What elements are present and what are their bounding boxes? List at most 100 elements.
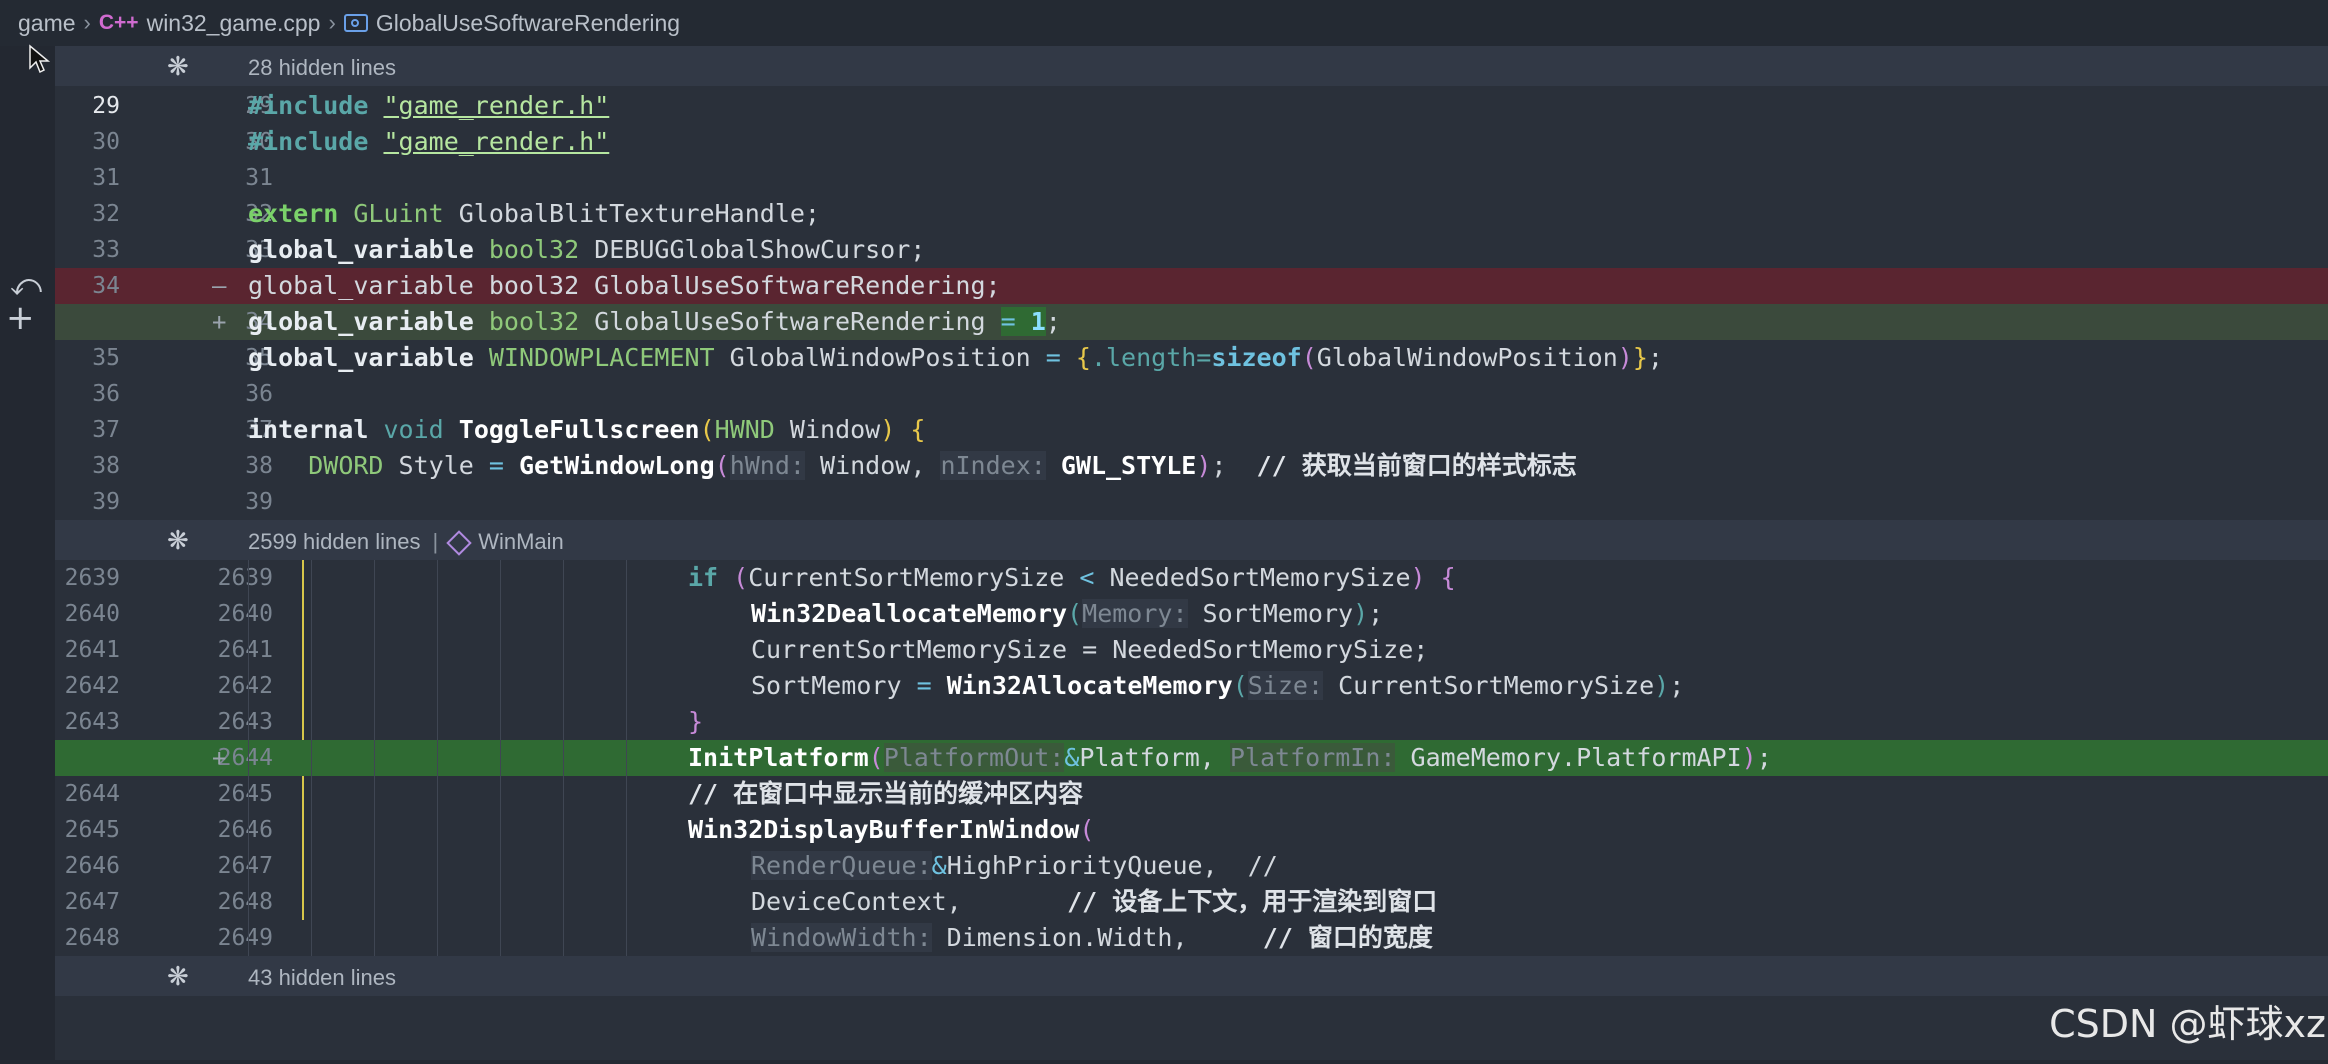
code-line[interactable]: 39 39 bbox=[55, 484, 2328, 520]
deleted-line[interactable]: 34 — global_variable bool32 GlobalUseSof… bbox=[55, 268, 2328, 304]
paren: ( bbox=[699, 415, 715, 444]
new-line-number: 2643 bbox=[217, 709, 273, 735]
code-line[interactable]: 2641 2641 CurrentSortMemorySize = Needed… bbox=[55, 632, 2328, 668]
paren: ) bbox=[1410, 563, 1426, 592]
indent-guide bbox=[311, 848, 312, 884]
indent-guide bbox=[437, 704, 438, 740]
keyword: if bbox=[688, 563, 719, 592]
indent-guide bbox=[563, 560, 564, 596]
indent-guide bbox=[311, 776, 312, 812]
code-line[interactable]: 38 38 DWORD Style = GetWindowLong(hWnd: … bbox=[55, 448, 2328, 484]
chevron-right-icon: › bbox=[83, 10, 91, 35]
brace: } bbox=[1632, 343, 1648, 372]
added-line[interactable]: 2644 + InitPlatform(PlatformOut:&Platfor… bbox=[55, 740, 2328, 776]
new-line-number: 36 bbox=[245, 381, 273, 407]
brace: } bbox=[688, 707, 704, 736]
macro: internal bbox=[248, 415, 369, 444]
indent-guide bbox=[374, 740, 375, 776]
paren: ( bbox=[1079, 815, 1095, 844]
indent-guide bbox=[500, 812, 501, 848]
new-line-number: 39 bbox=[245, 489, 273, 515]
code-line[interactable]: 2642 2642 SortMemory = Win32AllocateMemo… bbox=[55, 668, 2328, 704]
code-line[interactable]: 2648 2649 WindowWidth: Dimension.Width, … bbox=[55, 920, 2328, 956]
scope-name[interactable]: WinMain bbox=[478, 529, 564, 554]
breadcrumb: game › C++ win32_game.cpp › GlobalUseSof… bbox=[0, 0, 2328, 46]
line-code: InitPlatform(PlatformOut:&Platform, Plat… bbox=[688, 740, 1772, 776]
new-line-number: 2647 bbox=[217, 853, 273, 879]
identifier: Dimension.Width, bbox=[931, 923, 1188, 952]
code-line[interactable]: 2645 2646 Win32DisplayBufferInWindow( bbox=[55, 812, 2328, 848]
expand-icon[interactable]: ❋ bbox=[167, 52, 189, 82]
keyword: sizeof bbox=[1211, 343, 1302, 372]
function-scope-icon bbox=[446, 530, 472, 556]
code-line[interactable]: 36 36 bbox=[55, 376, 2328, 412]
inlay-hint: WindowWidth: bbox=[751, 923, 932, 952]
indent-guide bbox=[437, 884, 438, 920]
code-line[interactable]: 2646 2647 RenderQueue:&HighPriorityQueue… bbox=[55, 848, 2328, 884]
indent-guide bbox=[626, 776, 627, 812]
indent-guide bbox=[248, 848, 249, 884]
code-line[interactable]: 32 32 extern GLuint GlobalBlitTextureHan… bbox=[55, 196, 2328, 232]
new-line-number: 2648 bbox=[217, 889, 273, 915]
macro: global_variable bbox=[248, 343, 474, 372]
indent-guide bbox=[500, 596, 501, 632]
old-line-number: 32 bbox=[92, 201, 120, 227]
code-line[interactable]: 29 29 #include "game_render.h" bbox=[55, 88, 2328, 124]
expand-icon[interactable]: ❋ bbox=[167, 962, 189, 992]
punctuation: ; bbox=[1045, 307, 1061, 336]
code-line[interactable]: 2647 2648 DeviceContext, // 设备上下文，用于渲染到窗… bbox=[55, 884, 2328, 920]
old-line-number: 2644 bbox=[64, 781, 120, 807]
change-bar bbox=[302, 704, 304, 740]
indent-guide bbox=[374, 560, 375, 596]
breadcrumb-symbol[interactable]: GlobalUseSoftwareRendering bbox=[376, 10, 680, 37]
change-bar bbox=[302, 884, 304, 920]
line-code: global_variable WINDOWPLACEMENT GlobalWi… bbox=[248, 340, 1663, 376]
breadcrumb-file[interactable]: win32_game.cpp bbox=[147, 10, 321, 37]
paren: ( bbox=[1232, 671, 1248, 700]
code-line[interactable]: 30 30 #include "game_render.h" bbox=[55, 124, 2328, 160]
cpp-file-icon: C++ bbox=[98, 11, 139, 34]
indent-guide bbox=[563, 668, 564, 704]
identifier: SortMemory bbox=[751, 671, 917, 700]
added-line[interactable]: 34 + global_variable bool32 GlobalUseSof… bbox=[55, 304, 2328, 340]
indent-guide bbox=[500, 776, 501, 812]
code-line[interactable]: 37 37 internal void ToggleFullscreen(HWN… bbox=[55, 412, 2328, 448]
chevron-right-icon: › bbox=[328, 10, 336, 35]
line-code: global_variable bool32 GlobalUseSoftware… bbox=[248, 271, 1001, 300]
function-name: Win32AllocateMemory bbox=[946, 671, 1233, 700]
hidden-lines-bar[interactable]: ❋ 2599 hidden lines | WinMain bbox=[55, 520, 2328, 560]
indent-guide bbox=[311, 704, 312, 740]
identifier: Window, bbox=[804, 451, 941, 480]
code-line[interactable]: 31 31 bbox=[55, 160, 2328, 196]
indent-guide bbox=[563, 596, 564, 632]
inlay-hint: RenderQueue: bbox=[751, 851, 932, 880]
paren: ) bbox=[880, 415, 896, 444]
hidden-lines-bar[interactable]: ❋ 28 hidden lines bbox=[55, 46, 2328, 86]
brace: { bbox=[1075, 343, 1091, 372]
breadcrumb-root[interactable]: game bbox=[18, 10, 76, 37]
keyword: extern bbox=[248, 199, 339, 228]
indent-guide bbox=[248, 812, 249, 848]
indent-guide bbox=[374, 704, 375, 740]
line-code: DWORD Style = GetWindowLong(hWnd: Window… bbox=[248, 448, 1577, 484]
expand-icon[interactable]: ❋ bbox=[167, 526, 189, 556]
removed-marker: — bbox=[212, 272, 227, 300]
code-line[interactable]: 33 33 global_variable bool32 DEBUGGlobal… bbox=[55, 232, 2328, 268]
code-line[interactable]: 2640 2640 Win32DeallocateMemory(Memory: … bbox=[55, 596, 2328, 632]
indent-guide bbox=[626, 920, 627, 956]
code-line[interactable]: 2644 2645 // 在窗口中显示当前的缓冲区内容 bbox=[55, 776, 2328, 812]
hidden-lines-bar[interactable]: ❋ 43 hidden lines bbox=[55, 956, 2328, 996]
inlay-hint: PlatformOut: bbox=[883, 743, 1065, 772]
include-path[interactable]: "game_render.h" bbox=[383, 91, 609, 120]
indent-guide bbox=[437, 596, 438, 632]
code-line[interactable]: 2639 2639 if (CurrentSortMemorySize < Ne… bbox=[55, 560, 2328, 596]
include-path[interactable]: "game_render.h" bbox=[383, 127, 609, 156]
indent-guide bbox=[563, 812, 564, 848]
code-line[interactable]: 2643 2643 } bbox=[55, 704, 2328, 740]
code-line[interactable]: 35 35 global_variable WINDOWPLACEMENT Gl… bbox=[55, 340, 2328, 376]
indent-guide bbox=[626, 740, 627, 776]
add-icon[interactable]: + bbox=[6, 298, 35, 338]
indent-guide bbox=[248, 704, 249, 740]
indent-guide bbox=[311, 560, 312, 596]
indent-guide bbox=[248, 632, 249, 668]
